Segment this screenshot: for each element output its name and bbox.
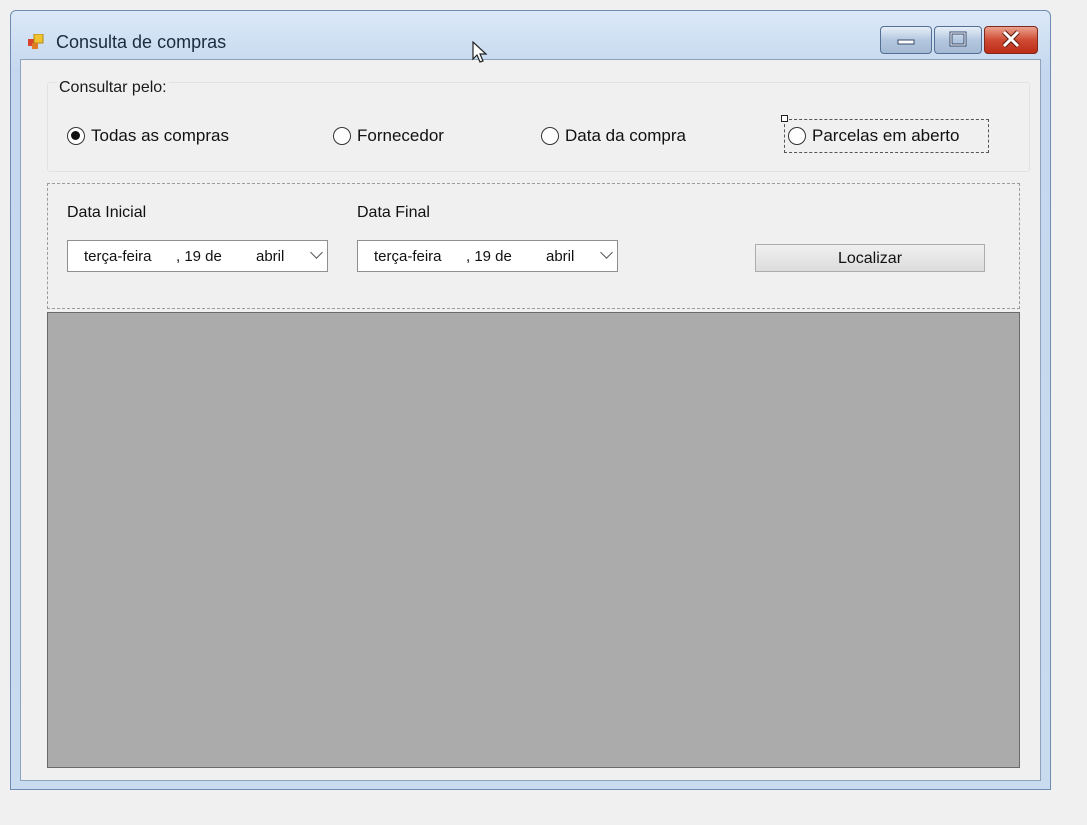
app-form-icon: [28, 34, 44, 49]
radio-unchecked-icon: [788, 127, 806, 145]
results-grid[interactable]: [47, 312, 1020, 768]
end-date-picker[interactable]: terça-feira , 19 de abril: [357, 240, 618, 272]
weekday-segment[interactable]: terça-feira: [84, 248, 152, 265]
radio-label: Data da compra: [565, 126, 686, 145]
minimize-icon: [897, 39, 915, 45]
radio-unchecked-icon: [541, 127, 559, 145]
radio-label: Fornecedor: [357, 126, 444, 145]
close-button[interactable]: [984, 26, 1038, 54]
minimize-button[interactable]: [880, 26, 932, 54]
month-segment[interactable]: abril: [546, 248, 574, 265]
radio-data-da-compra[interactable]: Data da compra: [541, 124, 686, 148]
weekday-segment[interactable]: terça-feira: [374, 248, 442, 265]
month-segment[interactable]: abril: [256, 248, 284, 265]
radio-todas-as-compras[interactable]: Todas as compras: [67, 124, 229, 148]
maximize-button[interactable]: [934, 26, 982, 54]
selection-handle[interactable]: [781, 115, 788, 122]
maximize-icon: [949, 31, 967, 47]
filter-group-label: Consultar pelo:: [57, 79, 169, 97]
window-title: Consulta de compras: [56, 32, 227, 52]
form-client-area: Consultar pelo: Todas as compras Fornece…: [20, 59, 1041, 781]
close-icon: [1002, 30, 1020, 48]
start-date-label: Data Inicial: [67, 204, 147, 221]
radio-fornecedor[interactable]: Fornecedor: [333, 124, 444, 148]
search-button[interactable]: Localizar: [755, 244, 985, 272]
day-segment[interactable]: , 19 de: [466, 248, 512, 265]
title-bar[interactable]: Consulta de compras: [11, 11, 1050, 61]
start-date-picker[interactable]: terça-feira , 19 de abril: [67, 240, 328, 272]
radio-label: Todas as compras: [91, 126, 229, 145]
chevron-down-icon[interactable]: [600, 246, 613, 259]
main-window: Consulta de compras Consultar pelo: Toda…: [10, 10, 1051, 790]
mouse-cursor-icon: [472, 41, 488, 63]
radio-checked-icon: [67, 127, 85, 145]
radio-label: Parcelas em aberto: [812, 126, 960, 145]
chevron-down-icon[interactable]: [310, 246, 323, 259]
day-segment[interactable]: , 19 de: [176, 248, 222, 265]
end-date-label: Data Final: [357, 204, 430, 221]
radio-unchecked-icon: [333, 127, 351, 145]
radio-parcelas-em-aberto[interactable]: Parcelas em aberto: [788, 124, 959, 148]
